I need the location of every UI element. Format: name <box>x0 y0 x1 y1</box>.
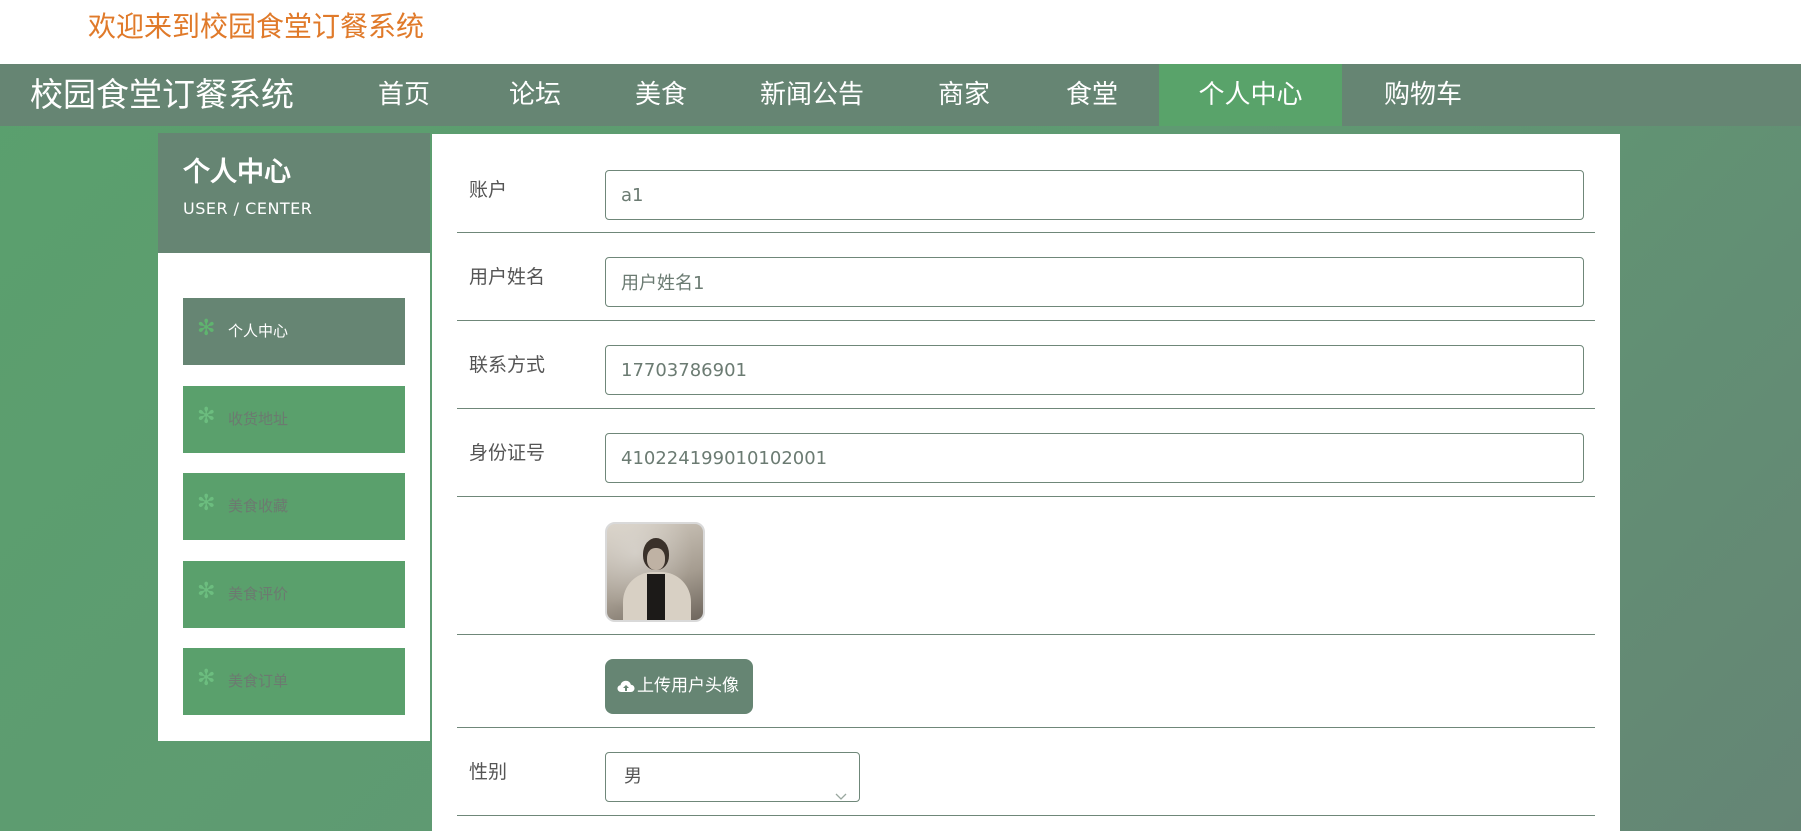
sidebar-item-label: 个人中心 <box>228 322 289 340</box>
site-brand[interactable]: 校园食堂订餐系统 <box>30 64 294 126</box>
sidebar-item-reviews[interactable]: ✻ 美食评价 <box>183 561 405 628</box>
form-row-id-number: 身份证号 <box>457 409 1595 497</box>
nav-item-canteen[interactable]: 食堂 <box>1026 64 1158 126</box>
sidebar-menu: ✻ 个人中心 ✻ 收货地址 ✻ 美食收藏 ✻ 美食评价 ✻ 美食订单 <box>158 253 430 741</box>
sidebar-subtitle: USER / CENTER <box>183 199 313 218</box>
sidebar-item-orders[interactable]: ✻ 美食订单 <box>183 648 405 715</box>
nav-item-news[interactable]: 新闻公告 <box>722 64 902 126</box>
phone-label: 联系方式 <box>469 354 546 376</box>
asterisk-icon: ✻ <box>197 666 216 691</box>
form-row-account: 账户 <box>457 134 1595 233</box>
form-row-upload: 上传用户头像 <box>457 635 1595 728</box>
sidebar-item-label: 美食评价 <box>228 585 289 603</box>
sidebar-item-personal-center[interactable]: ✻ 个人中心 <box>183 298 405 365</box>
upload-avatar-button[interactable]: 上传用户头像 <box>605 659 753 714</box>
form-row-avatar <box>457 497 1595 635</box>
phone-input[interactable] <box>605 345 1584 395</box>
top-bar: 欢迎来到校园食堂订餐系统 <box>0 0 1801 64</box>
nav-item-personal-center[interactable]: 个人中心 <box>1159 64 1342 126</box>
gender-label: 性别 <box>469 761 508 783</box>
nav-item-home[interactable]: 首页 <box>338 64 470 126</box>
upload-button-label: 上传用户头像 <box>637 676 739 696</box>
asterisk-icon: ✻ <box>197 491 216 516</box>
sidebar-title: 个人中心 <box>183 157 291 188</box>
name-input[interactable] <box>605 257 1584 307</box>
sidebar-item-address[interactable]: ✻ 收货地址 <box>183 386 405 453</box>
form-row-phone: 联系方式 <box>457 321 1595 409</box>
asterisk-icon: ✻ <box>197 579 216 604</box>
account-input[interactable] <box>605 170 1584 220</box>
sidebar-item-label: 美食收藏 <box>228 497 289 515</box>
id-number-label: 身份证号 <box>469 442 546 464</box>
cloud-upload-icon <box>617 680 635 692</box>
form-row-name: 用户姓名 <box>457 233 1595 321</box>
account-label: 账户 <box>469 179 508 201</box>
nav-item-food[interactable]: 美食 <box>600 64 722 126</box>
welcome-text: 欢迎来到校园食堂订餐系统 <box>88 10 425 43</box>
nav-item-cart[interactable]: 购物车 <box>1342 64 1504 126</box>
form-row-gender: 性别 男 <box>457 728 1595 816</box>
sidebar-item-label: 收货地址 <box>228 410 289 428</box>
id-number-input[interactable] <box>605 433 1584 483</box>
gender-select[interactable]: 男 <box>605 752 860 802</box>
chevron-down-icon <box>835 772 847 800</box>
sidebar-item-favorites[interactable]: ✻ 美食收藏 <box>183 473 405 540</box>
main-navbar: 校园食堂订餐系统 首页 论坛 美食 新闻公告 商家 食堂 个人中心 购物车 <box>0 64 1801 126</box>
sidebar-header: 个人中心 USER / CENTER <box>158 133 430 253</box>
name-label: 用户姓名 <box>469 266 546 288</box>
nav-item-forum[interactable]: 论坛 <box>470 64 600 126</box>
asterisk-icon: ✻ <box>197 316 216 341</box>
nav-item-merchants[interactable]: 商家 <box>902 64 1026 126</box>
sidebar-item-label: 美食订单 <box>228 672 289 690</box>
user-avatar <box>605 522 705 622</box>
gender-selected-value: 男 <box>624 766 642 787</box>
profile-form: 账户 用户姓名 联系方式 身份证号 上传用户头像 <box>432 134 1620 831</box>
asterisk-icon: ✻ <box>197 404 216 429</box>
